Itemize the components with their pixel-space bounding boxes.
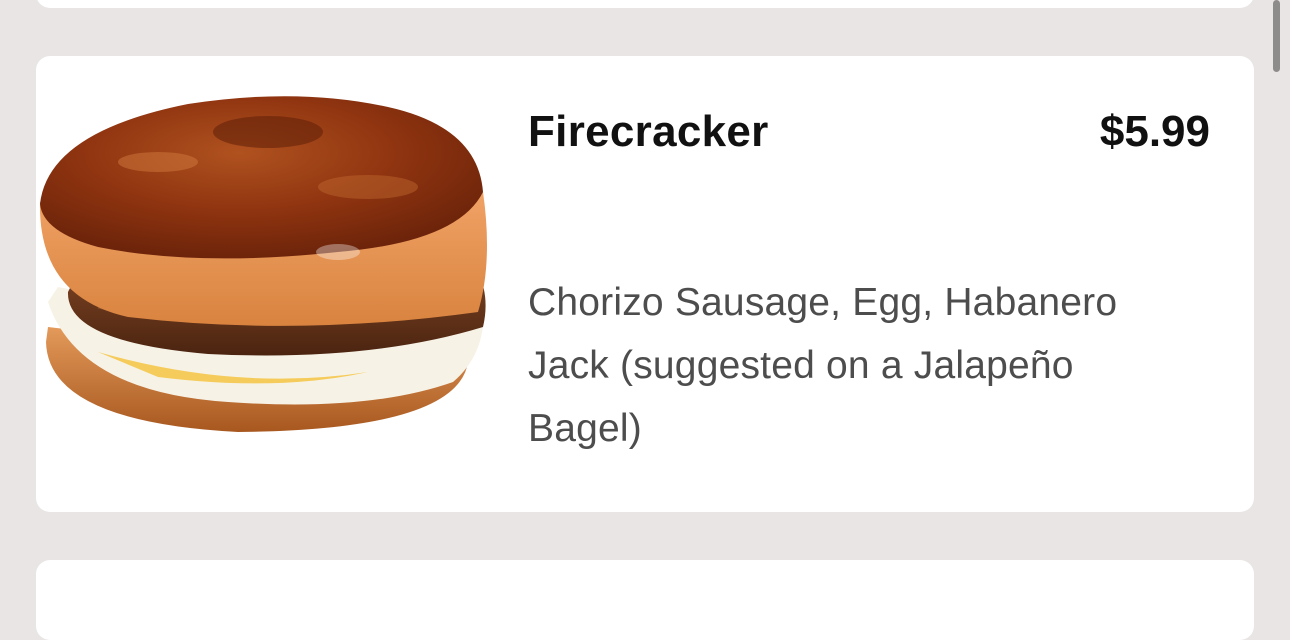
bagel-sandwich-image — [39, 96, 488, 432]
next-menu-card[interactable] — [36, 560, 1254, 640]
item-description: Chorizo Sausage, Egg, Habanero Jack (sug… — [528, 281, 1118, 450]
menu-item-card[interactable]: Firecracker $5.99 Chorizo Sausage, Egg, … — [36, 56, 1254, 512]
item-name: Firecracker — [528, 107, 769, 156]
previous-menu-card[interactable] — [36, 0, 1254, 8]
scrollbar-thumb[interactable] — [1273, 0, 1280, 72]
item-price: $5.99 — [1099, 107, 1210, 156]
